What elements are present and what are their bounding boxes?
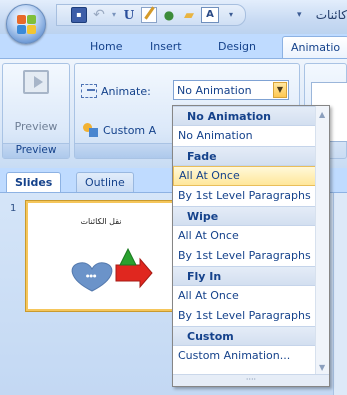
menu-item-fade-all-at-once[interactable]: All At Once bbox=[173, 166, 316, 186]
menu-header-custom: Custom bbox=[173, 326, 316, 346]
underline-icon[interactable]: U bbox=[121, 7, 137, 23]
custom-animation-label: Custom A bbox=[103, 123, 157, 137]
office-button[interactable] bbox=[6, 4, 46, 44]
menu-item-fly-in-by-paragraphs[interactable]: By 1st Level Paragraphs bbox=[173, 306, 316, 326]
slide-shapes: ●●● bbox=[71, 247, 153, 292]
menu-resize-grip[interactable]: ···· bbox=[173, 374, 329, 386]
animate-row: Animate: bbox=[81, 84, 151, 98]
people-icon[interactable]: ● bbox=[161, 7, 177, 23]
folder-icon[interactable]: ▰ bbox=[181, 7, 197, 23]
menu-scrollbar[interactable]: ▲ ▼ bbox=[315, 106, 329, 376]
menu-item-wipe-all-at-once[interactable]: All At Once bbox=[173, 226, 316, 246]
tab-insert[interactable]: Insert bbox=[150, 40, 182, 53]
slide-number: 1 bbox=[10, 203, 17, 214]
edit-icon[interactable] bbox=[141, 7, 157, 23]
preview-group: Preview Preview bbox=[2, 63, 70, 159]
tab-animations[interactable]: Animatio bbox=[282, 36, 347, 60]
text-box-icon[interactable]: A bbox=[201, 7, 219, 23]
triangle-shape bbox=[119, 247, 137, 266]
menu-item-no-animation[interactable]: No Animation bbox=[173, 126, 316, 146]
custom-animation-icon bbox=[83, 122, 99, 138]
ribbon-tabs: Home Insert Design Animatio bbox=[0, 34, 347, 60]
preview-icon bbox=[23, 70, 49, 94]
custom-animation-button[interactable]: Custom A bbox=[83, 122, 156, 138]
heart-shape-label: ●●● bbox=[86, 273, 97, 278]
office-logo-icon bbox=[17, 15, 37, 35]
tab-outline[interactable]: Outline bbox=[76, 172, 134, 192]
slide-thumbnail[interactable]: نقل الكائنات ●●● bbox=[26, 201, 176, 311]
undo-dropdown-icon[interactable]: ▾ bbox=[111, 7, 117, 23]
animate-menu-list: No Animation No Animation Fade All At On… bbox=[173, 106, 316, 366]
menu-item-wipe-by-paragraphs[interactable]: By 1st Level Paragraphs bbox=[173, 246, 316, 266]
menu-header-no-animation: No Animation bbox=[173, 106, 316, 126]
menu-header-wipe: Wipe bbox=[173, 206, 316, 226]
scroll-up-icon[interactable]: ▲ bbox=[319, 110, 325, 119]
window-title: كائنات bbox=[315, 8, 347, 22]
scroll-down-icon[interactable]: ▼ bbox=[319, 363, 325, 372]
tab-slides[interactable]: Slides bbox=[6, 172, 62, 192]
quick-access-toolbar: ▪ ↶ ▾ U ● ▰ A ▾ bbox=[56, 4, 246, 26]
chevron-down-icon[interactable]: ▼ bbox=[273, 82, 287, 98]
tab-home[interactable]: Home bbox=[90, 40, 122, 53]
menu-header-fly-in: Fly In bbox=[173, 266, 316, 286]
preview-group-label: Preview bbox=[3, 143, 69, 158]
menu-item-fade-by-paragraphs[interactable]: By 1st Level Paragraphs bbox=[173, 186, 316, 206]
animate-label: Animate: bbox=[101, 84, 151, 98]
animate-select-value: No Animation bbox=[177, 84, 252, 97]
animate-icon bbox=[81, 84, 97, 98]
menu-header-fade: Fade bbox=[173, 146, 316, 166]
undo-icon[interactable]: ↶ bbox=[91, 7, 107, 23]
menu-item-custom-animation[interactable]: Custom Animation... bbox=[173, 346, 316, 366]
animate-dropdown-menu: No Animation No Animation Fade All At On… bbox=[172, 105, 330, 387]
text-box-dropdown-icon[interactable]: ▾ bbox=[223, 7, 239, 23]
preview-button[interactable]: Preview bbox=[3, 120, 69, 133]
customize-toolbar-icon[interactable]: ▾ bbox=[297, 10, 302, 20]
menu-item-fly-in-all-at-once[interactable]: All At Once bbox=[173, 286, 316, 306]
tab-design[interactable]: Design bbox=[218, 40, 256, 53]
title-bar: ▪ ↶ ▾ U ● ▰ A ▾ ▾ كائنات bbox=[0, 0, 347, 44]
animate-select[interactable]: No Animation ▼ bbox=[173, 80, 289, 100]
save-icon[interactable]: ▪ bbox=[71, 7, 87, 23]
slides-scrollbar[interactable] bbox=[333, 193, 347, 395]
